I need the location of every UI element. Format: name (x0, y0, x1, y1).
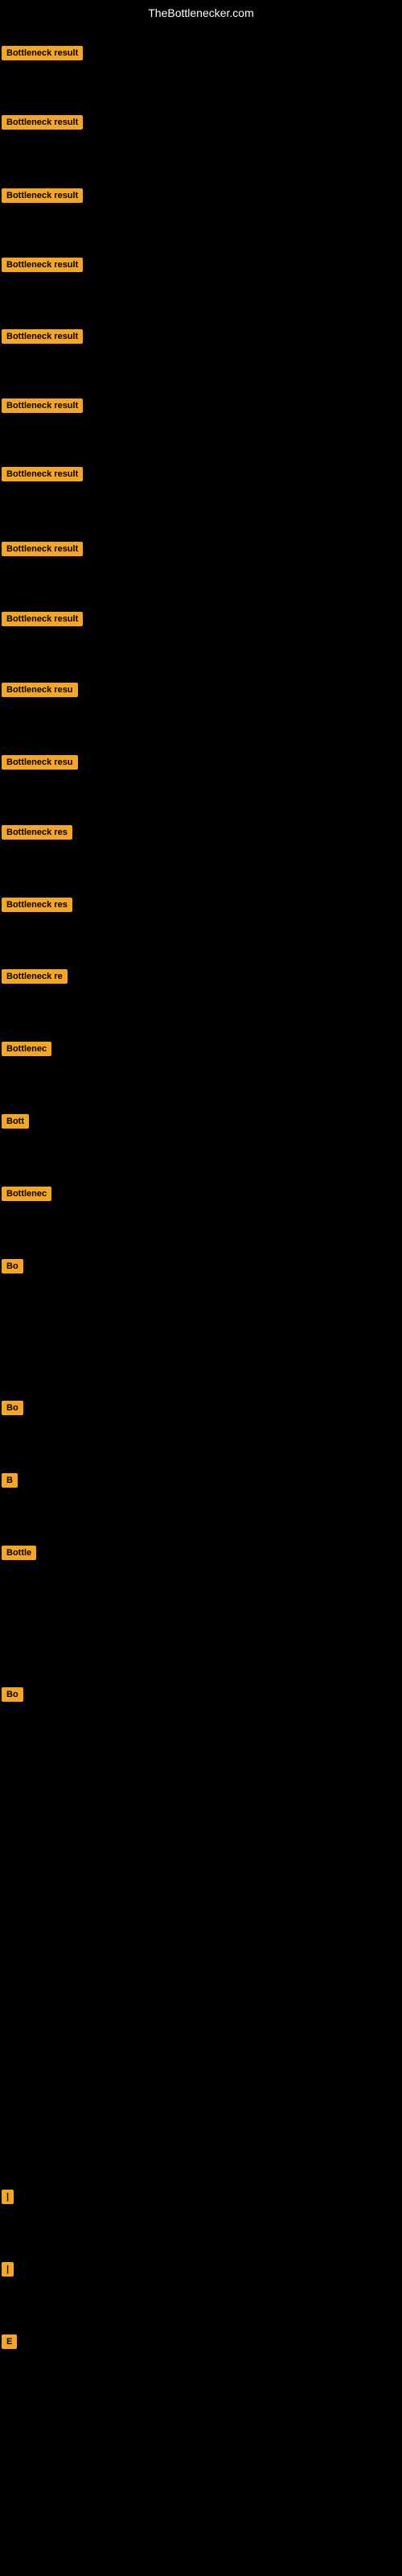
bottleneck-badge-8[interactable]: Bottleneck result (2, 542, 83, 556)
bottleneck-badge-16[interactable]: Bott (2, 1114, 29, 1129)
bottleneck-badge-11[interactable]: Bottleneck resu (2, 755, 78, 770)
bottleneck-badge-4[interactable]: Bottleneck result (2, 258, 83, 272)
bottleneck-badge-23[interactable]: | (2, 2190, 14, 2204)
bottleneck-badge-18[interactable]: Bo (2, 1259, 23, 1274)
bottleneck-badge-12[interactable]: Bottleneck res (2, 825, 72, 840)
site-title: TheBottlenecker.com (0, 0, 402, 26)
bottleneck-badge-25[interactable]: E (2, 2334, 17, 2349)
bottleneck-badge-22[interactable]: Bo (2, 1687, 23, 1702)
bottleneck-badge-9[interactable]: Bottleneck result (2, 612, 83, 626)
bottleneck-badge-7[interactable]: Bottleneck result (2, 467, 83, 481)
bottleneck-badge-6[interactable]: Bottleneck result (2, 398, 83, 413)
bottleneck-badge-1[interactable]: Bottleneck result (2, 46, 83, 60)
bottleneck-badge-20[interactable]: B (2, 1473, 18, 1488)
bottleneck-badge-24[interactable]: | (2, 2262, 14, 2277)
bottleneck-badge-14[interactable]: Bottleneck re (2, 969, 68, 984)
bottleneck-badge-5[interactable]: Bottleneck result (2, 329, 83, 344)
bottleneck-badge-19[interactable]: Bo (2, 1401, 23, 1415)
bottleneck-badge-3[interactable]: Bottleneck result (2, 188, 83, 203)
bottleneck-badge-13[interactable]: Bottleneck res (2, 898, 72, 912)
bottleneck-badge-10[interactable]: Bottleneck resu (2, 683, 78, 697)
bottleneck-badge-15[interactable]: Bottlenec (2, 1042, 51, 1056)
bottleneck-badge-2[interactable]: Bottleneck result (2, 115, 83, 130)
bottleneck-badge-21[interactable]: Bottle (2, 1546, 36, 1560)
bottleneck-badge-17[interactable]: Bottlenec (2, 1187, 51, 1201)
